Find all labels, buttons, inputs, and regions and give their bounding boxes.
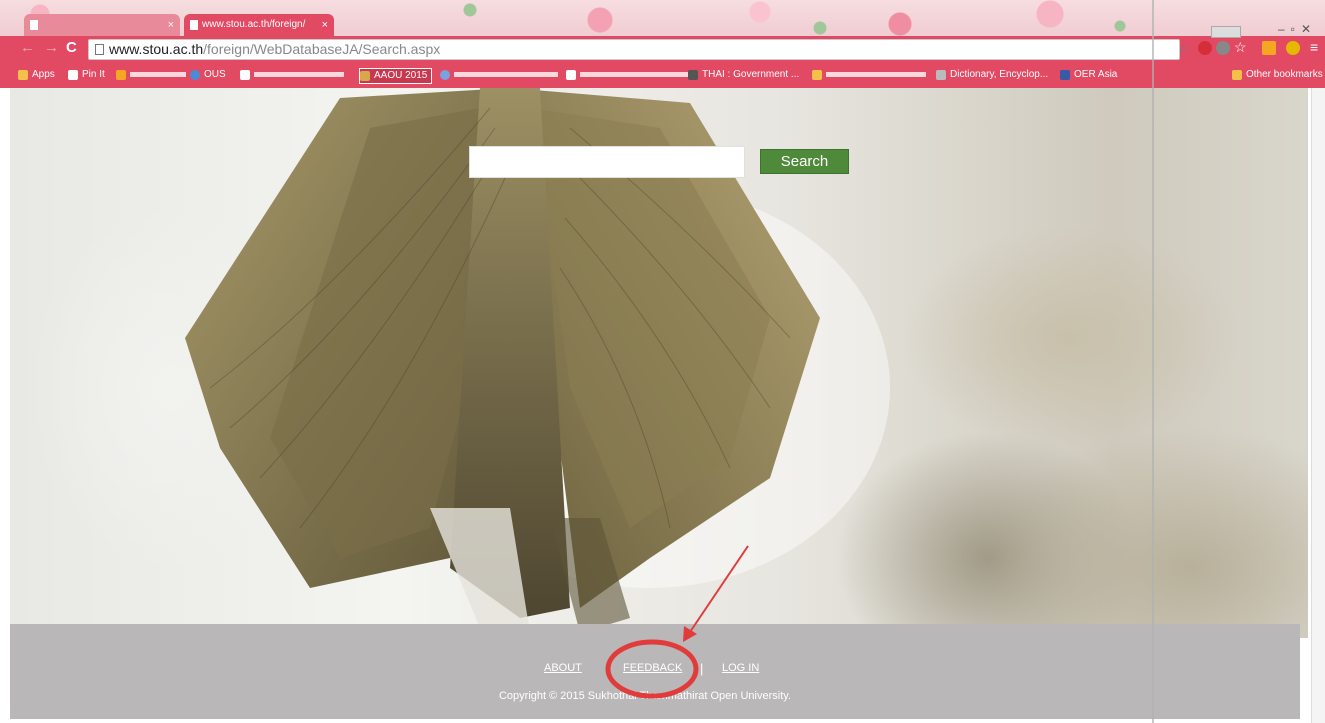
other-bookmarks-label: Other bookmarks xyxy=(1246,69,1323,80)
menu-icon[interactable]: ≡ xyxy=(1310,39,1318,55)
close-window-icon[interactable]: ✕ xyxy=(1301,22,1317,36)
bookmark-label: Apps xyxy=(32,69,55,80)
bookmark-label: Pin It xyxy=(82,69,105,80)
about-link[interactable]: ABOUT xyxy=(544,662,582,674)
footer-links: ABOUT FEEDBACK | LOG IN xyxy=(10,661,1300,682)
browser-toolbar: ← → C www.stou.ac.th/foreign/WebDatabase… xyxy=(0,36,1325,62)
bookmark-label-unreadable xyxy=(826,71,926,77)
close-icon[interactable]: × xyxy=(168,14,174,36)
bookmark-icon xyxy=(116,70,126,80)
bookmark-label-unreadable xyxy=(580,71,690,77)
bookmark-label: OER Asia xyxy=(1074,69,1118,80)
page-icon xyxy=(240,70,250,80)
url-host: www.stou.ac.th xyxy=(109,41,204,57)
page-icon xyxy=(190,20,198,30)
search-input[interactable] xyxy=(469,146,745,178)
bookmark-label-unreadable xyxy=(254,71,344,77)
other-bookmarks[interactable]: Other bookmarks xyxy=(1232,68,1323,82)
info-icon xyxy=(440,70,450,80)
login-link[interactable]: LOG IN xyxy=(722,662,759,674)
feedback-link[interactable]: FEEDBACK xyxy=(623,662,682,674)
bookmark-thai-4[interactable] xyxy=(566,68,690,82)
copyright-label: Copyright © 2015 Sukhothai Thammathirat … xyxy=(498,690,791,702)
separator: | xyxy=(700,661,704,676)
bookmark-aaou[interactable]: AAOU 2015 xyxy=(359,68,433,84)
bookmark-oer-asia[interactable]: OER Asia xyxy=(1060,68,1117,82)
bookmark-thai-1[interactable] xyxy=(116,68,186,82)
page-icon xyxy=(68,70,78,80)
browser-tab-1[interactable]: × xyxy=(24,14,180,36)
page-icon xyxy=(95,44,104,55)
back-icon[interactable]: ← xyxy=(20,39,35,56)
browser-chrome: × www.stou.ac.th/foreign/ × –▫✕ ← → C ww… xyxy=(0,0,1325,88)
bookmark-icon xyxy=(360,71,370,81)
window-controls[interactable]: –▫✕ xyxy=(1278,22,1317,36)
bookmark-label-unreadable xyxy=(130,71,186,77)
address-bar[interactable]: www.stou.ac.th/foreign/WebDatabaseJA/Sea… xyxy=(88,39,1180,60)
search-icon[interactable]: ⌕ xyxy=(1180,40,1187,56)
url-path: /foreign/WebDatabaseJA/Search.aspx xyxy=(203,41,441,57)
extension-stop-icon[interactable] xyxy=(1198,41,1212,55)
extension-icon[interactable] xyxy=(1262,41,1276,55)
maximize-icon[interactable]: ▫ xyxy=(1291,22,1301,36)
extension-icon[interactable] xyxy=(1286,41,1300,55)
scan-line-divider xyxy=(1152,0,1154,723)
bookmark-thai-5[interactable] xyxy=(812,68,926,82)
bookmark-label: Dictionary, Encyclop... xyxy=(950,69,1049,80)
globe-icon xyxy=(190,70,200,80)
reload-icon[interactable]: C xyxy=(66,39,77,56)
bookmark-icon xyxy=(1060,70,1070,80)
bookmark-pinit[interactable]: Pin It xyxy=(68,68,105,82)
bookmark-dictionary[interactable]: Dictionary, Encyclop... xyxy=(936,68,1048,82)
extension-icon[interactable] xyxy=(1216,41,1230,55)
folder-icon xyxy=(812,70,822,80)
forward-icon[interactable]: → xyxy=(44,39,59,56)
bookmark-thai-2[interactable] xyxy=(240,68,344,82)
bookmark-icon xyxy=(936,70,946,80)
page-icon xyxy=(566,70,576,80)
bookmark-label: THAI : Government ... xyxy=(702,69,800,80)
scrollbar[interactable] xyxy=(1311,88,1325,723)
extension-icons: ⌕ ☆ ≡ xyxy=(1176,39,1325,57)
folder-icon xyxy=(1232,70,1242,80)
bookmark-ous[interactable]: OUS xyxy=(190,68,226,82)
page-icon xyxy=(30,20,38,30)
bookmarks-bar: Apps Pin It OUS AAOU 2015 THAI : Governm… xyxy=(0,62,1325,88)
bookmark-label: OUS xyxy=(204,69,226,80)
close-icon[interactable]: × xyxy=(322,14,328,36)
bookmark-icon xyxy=(688,70,698,80)
browser-tab-2[interactable]: www.stou.ac.th/foreign/ × xyxy=(184,14,334,36)
apps-icon xyxy=(18,70,28,80)
tab-strip: × www.stou.ac.th/foreign/ × –▫✕ xyxy=(0,0,1325,38)
bookmark-apps[interactable]: Apps xyxy=(18,68,55,82)
bookmark-thai-3[interactable] xyxy=(440,68,558,82)
minimize-icon[interactable]: – xyxy=(1278,22,1291,36)
copyright-text: Copyright © 2015 Sukhothai Thammathirat … xyxy=(10,690,1300,702)
tab-2-label: www.stou.ac.th/foreign/ xyxy=(202,19,306,30)
star-icon[interactable]: ☆ xyxy=(1234,39,1247,56)
bookmark-label: AAOU 2015 xyxy=(374,70,428,81)
bookmark-label-unreadable xyxy=(454,71,558,77)
hero-background: Search xyxy=(10,88,1308,638)
search-button[interactable]: Search xyxy=(760,149,849,174)
footer: ABOUT FEEDBACK | LOG IN Copyright © 2015… xyxy=(10,624,1300,719)
bookmark-thai-gov[interactable]: THAI : Government ... xyxy=(688,68,799,82)
